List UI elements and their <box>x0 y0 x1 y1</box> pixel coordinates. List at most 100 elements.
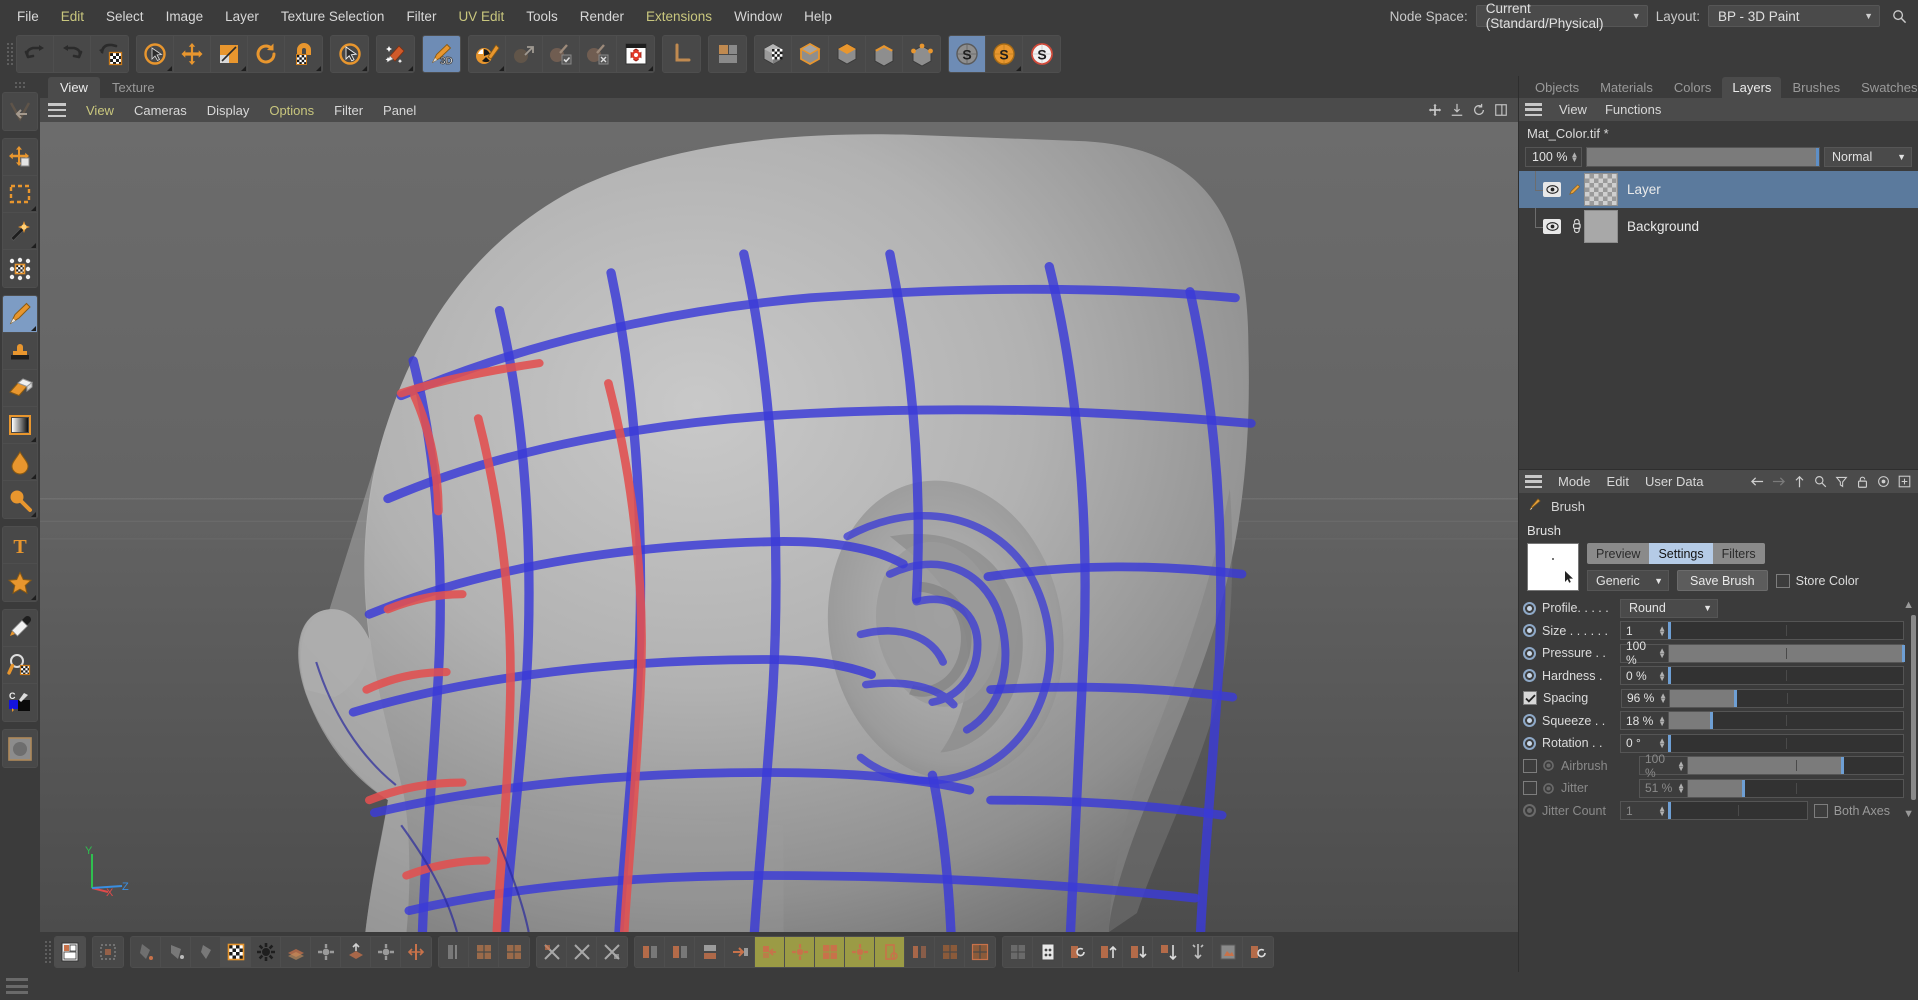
magnet-tool-icon[interactable] <box>285 36 322 72</box>
object-mode-icon[interactable] <box>792 36 829 72</box>
menu-texture-selection[interactable]: Texture Selection <box>270 5 396 28</box>
both-axes-option[interactable]: Both Axes <box>1813 803 1890 818</box>
param-select[interactable]: Round ▼ <box>1620 598 1718 618</box>
node-space-dropdown[interactable]: Current (Standard/Physical) ▼ <box>1475 1 1648 31</box>
uv-checker-a-icon[interactable] <box>469 937 499 967</box>
lock-icon[interactable] <box>1854 474 1870 490</box>
tab-colors[interactable]: Colors <box>1664 77 1722 98</box>
layer-visibility-toggle[interactable] <box>1543 219 1561 234</box>
symmetry-white-icon[interactable]: S <box>1023 36 1060 72</box>
move-tool-icon[interactable] <box>3 139 37 176</box>
uv-align-j-icon[interactable] <box>905 937 935 967</box>
viewport-menu-view[interactable]: View <box>76 101 124 120</box>
param-toggle-radio[interactable] <box>1523 804 1536 818</box>
param-slider[interactable] <box>1668 643 1905 663</box>
add-icon[interactable] <box>1896 474 1912 490</box>
menu-window[interactable]: Window <box>723 5 793 28</box>
layer-row[interactable]: Layer <box>1519 171 1918 208</box>
maximize-view-icon[interactable] <box>1492 101 1510 119</box>
param-slider[interactable] <box>1667 621 1904 641</box>
link-icon[interactable] <box>1564 219 1584 234</box>
save-brush-button[interactable]: Save Brush <box>1677 570 1768 591</box>
param-slider-knob[interactable] <box>1841 757 1845 775</box>
target-icon[interactable] <box>1875 474 1891 490</box>
param-toggle-radio[interactable] <box>1543 760 1554 772</box>
param-toggle-radio[interactable] <box>1523 601 1536 615</box>
brush-tab-settings[interactable]: Settings <box>1649 543 1713 564</box>
param-number-input[interactable]: 0 % ▲ ▼ <box>1620 666 1668 686</box>
viewport-menu-display[interactable]: Display <box>197 101 260 120</box>
uv-rotate-icon[interactable] <box>1063 937 1093 967</box>
disable-texture-icon[interactable] <box>580 36 617 72</box>
param-number-input[interactable]: 0 ° ▲ ▼ <box>1620 733 1668 753</box>
back-arrow-tool-icon[interactable] <box>3 93 37 130</box>
pencil-icon[interactable] <box>1564 182 1584 197</box>
spinner-arrows-icon[interactable]: ▲ ▼ <box>1658 624 1666 637</box>
params-scrollbar[interactable] <box>1911 615 1916 800</box>
menu-render[interactable]: Render <box>569 5 635 28</box>
layer-thumbnail[interactable] <box>1584 210 1618 243</box>
edge-mode-icon[interactable] <box>866 36 903 72</box>
uv-align-i-icon[interactable] <box>875 937 905 967</box>
layout-dropdown[interactable]: BP - 3D Paint ▼ <box>1708 5 1880 27</box>
uv-points-icon[interactable] <box>93 937 123 967</box>
rotate-tool-icon[interactable] <box>248 36 285 72</box>
brush-preset-dropdown[interactable]: Generic ▼ <box>1587 570 1669 591</box>
spinner-arrows-icon[interactable]: ▲ ▼ <box>1677 782 1685 795</box>
paint-3d-toggle-icon[interactable]: 3D <box>423 36 460 72</box>
param-number-input[interactable]: 51 % ▲ ▼ <box>1639 778 1687 798</box>
layers-menu-functions[interactable]: Functions <box>1596 100 1670 119</box>
back-arrow-icon[interactable] <box>1749 474 1765 490</box>
param-number-input[interactable]: 18 % ▲ ▼ <box>1620 711 1668 731</box>
layers-menu-view[interactable]: View <box>1550 100 1596 119</box>
param-number-input[interactable]: 100 % ▲ ▼ <box>1639 752 1687 780</box>
tab-view[interactable]: View <box>48 77 100 98</box>
zoom-view-icon[interactable] <box>1448 101 1466 119</box>
left-palette-grip[interactable] <box>14 78 26 92</box>
zoom-tool-icon[interactable] <box>3 647 37 684</box>
param-slider[interactable] <box>1667 733 1904 753</box>
undo-icon[interactable] <box>17 36 54 72</box>
paintable-object-icon[interactable] <box>469 36 506 72</box>
spinner-arrows-icon[interactable]: ▲ ▼ <box>1658 737 1666 750</box>
up-arrow-icon[interactable] <box>1791 474 1807 490</box>
axis-tool-icon[interactable] <box>663 36 700 72</box>
rectangle-select-icon[interactable] <box>3 176 37 213</box>
search-icon[interactable] <box>1812 474 1828 490</box>
param-toggle-radio[interactable] <box>1523 646 1536 660</box>
spinner-arrows-icon[interactable]: ▲ ▼ <box>1659 692 1667 705</box>
projection-paint-icon[interactable] <box>617 36 654 72</box>
undo-texture-icon[interactable] <box>91 36 128 72</box>
uv-relax-c-icon[interactable] <box>597 937 627 967</box>
uv-project-icon[interactable] <box>341 937 371 967</box>
uv-flip-icon[interactable] <box>439 937 469 967</box>
uv-image-icon[interactable] <box>1213 937 1243 967</box>
viewport-menu-filter[interactable]: Filter <box>324 101 373 120</box>
pan-view-icon[interactable] <box>1426 101 1444 119</box>
uv-align-f-icon[interactable] <box>785 937 815 967</box>
forward-arrow-icon[interactable] <box>1770 474 1786 490</box>
menu-extensions[interactable]: Extensions <box>635 5 723 28</box>
menu-uv-edit[interactable]: UV Edit <box>447 5 515 28</box>
search-icon[interactable] <box>1888 5 1910 27</box>
layer-thumbnail[interactable] <box>1584 173 1618 206</box>
uv-polygon-mode-icon[interactable] <box>755 36 792 72</box>
uv-layers-icon[interactable] <box>281 937 311 967</box>
param-toggle-radio[interactable] <box>1523 736 1536 750</box>
tab-texture[interactable]: Texture <box>100 77 167 98</box>
uv-mesh-toggle-icon[interactable] <box>55 937 85 967</box>
brush-preview-thumbnail[interactable] <box>1527 543 1579 591</box>
deselect-paintable-icon[interactable] <box>506 36 543 72</box>
param-toggle-radio[interactable] <box>1543 782 1554 794</box>
viewport-hamburger-icon[interactable] <box>48 103 66 117</box>
layer-opacity-input[interactable]: 100 % ▲ ▼ <box>1525 147 1583 167</box>
uv-calc-icon[interactable] <box>1033 937 1063 967</box>
uv-down-icon[interactable] <box>1123 937 1153 967</box>
opacity-slider-knob[interactable] <box>1816 148 1819 166</box>
uv-recalc-icon[interactable] <box>1243 937 1273 967</box>
param-slider[interactable] <box>1667 666 1904 686</box>
menu-file[interactable]: File <box>6 5 50 28</box>
live-selection-icon[interactable] <box>137 36 174 72</box>
param-slider[interactable] <box>1687 756 1904 776</box>
tab-layers[interactable]: Layers <box>1722 77 1782 98</box>
